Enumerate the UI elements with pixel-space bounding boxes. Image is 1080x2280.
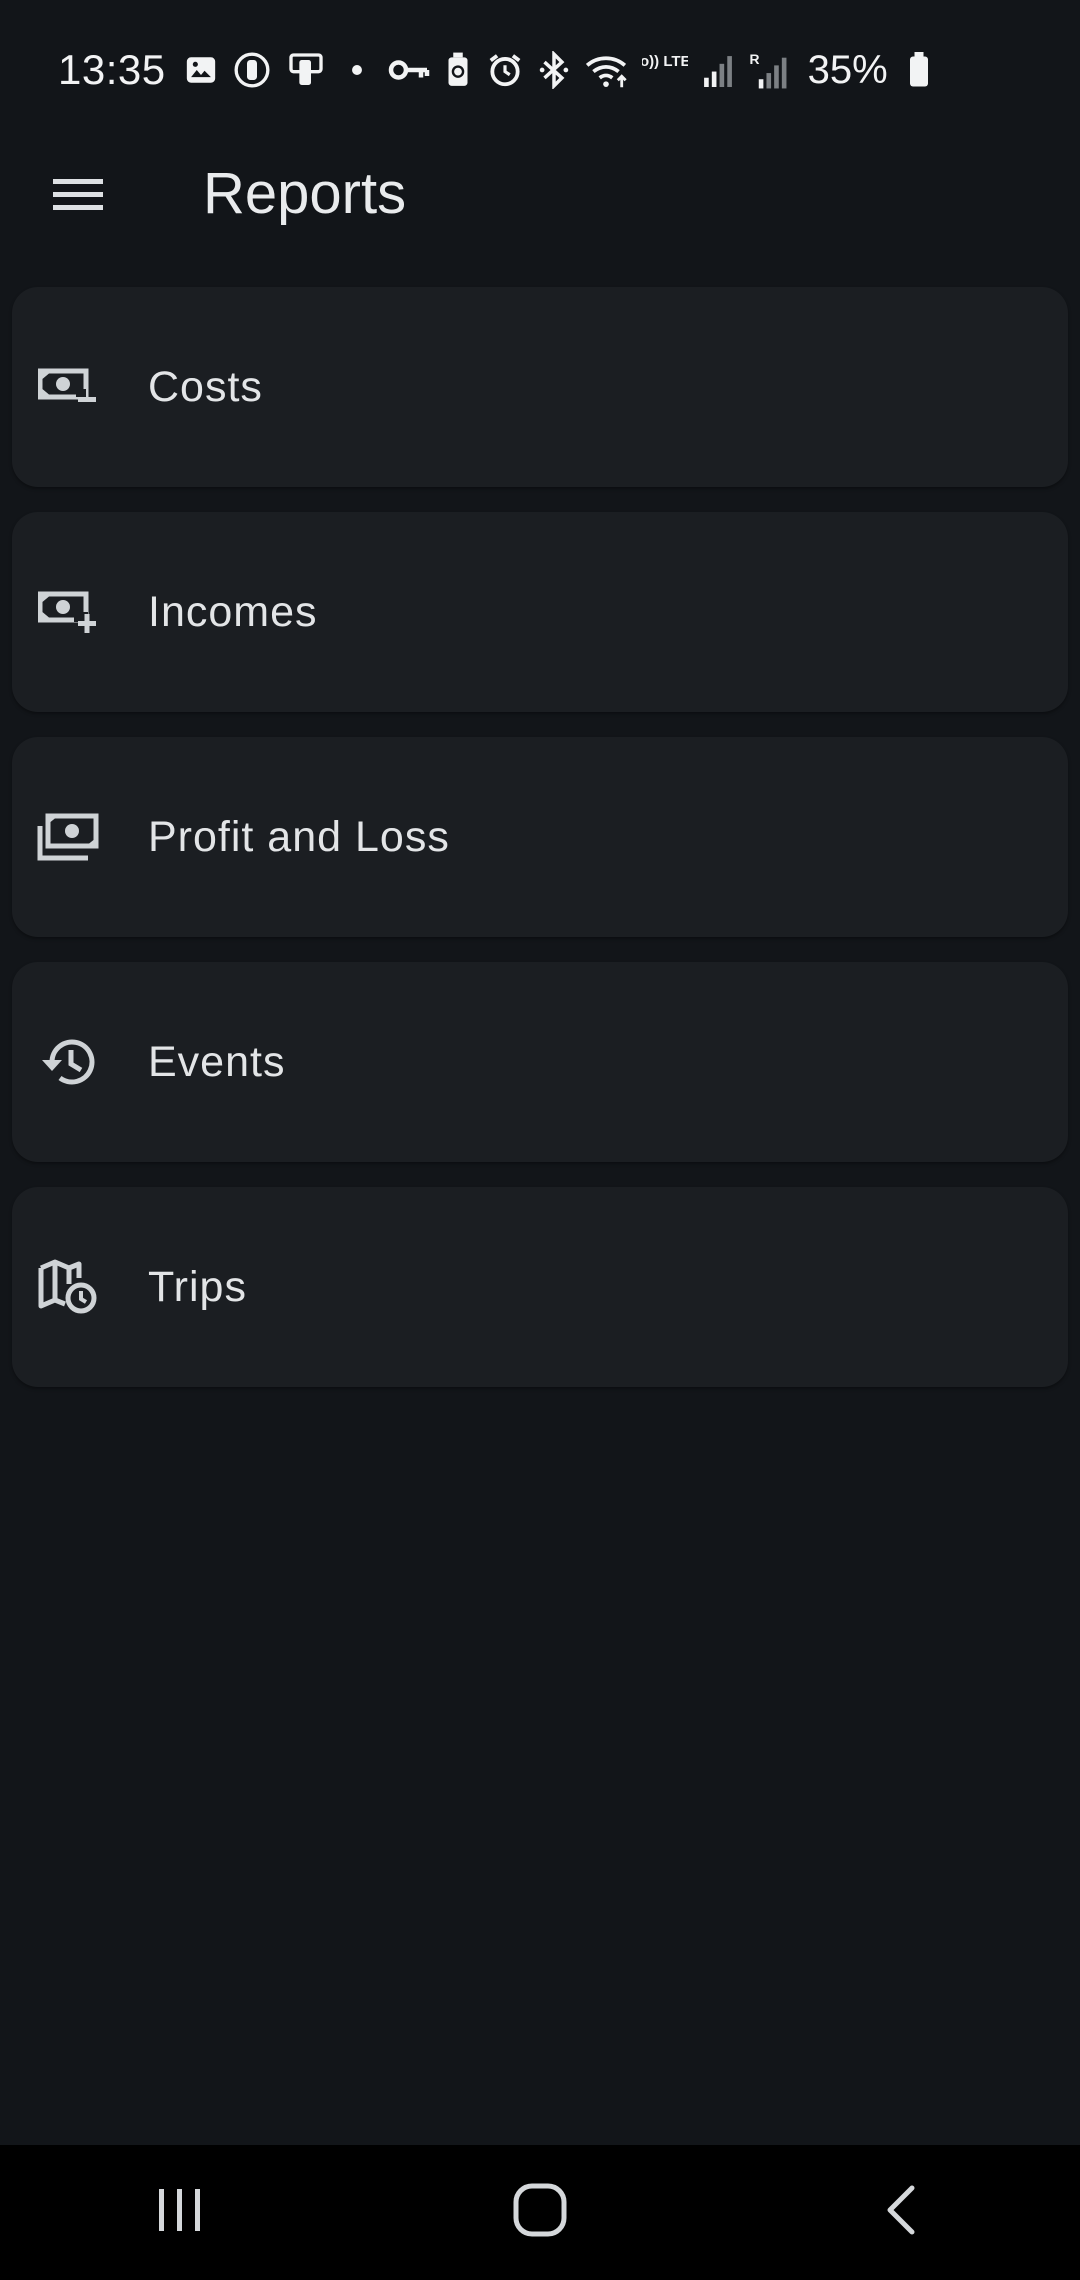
status-icons: Vo)) LTE1 R 35% [184, 48, 930, 93]
signal-icon [702, 53, 734, 87]
back-button[interactable] [830, 2158, 970, 2268]
status-bar: 13:35 Vo)) LTE1 [0, 0, 1080, 140]
cast-icon [286, 50, 326, 90]
report-item-profit-and-loss[interactable]: Profit and Loss [12, 737, 1068, 937]
report-item-trips[interactable]: Trips [12, 1187, 1068, 1387]
menu-button[interactable] [38, 162, 118, 232]
report-label: Profit and Loss [148, 812, 450, 861]
report-label: Events [148, 1037, 286, 1086]
dot-icon [340, 53, 374, 87]
hamburger-menu-icon [51, 175, 105, 220]
report-item-costs[interactable]: Costs [12, 287, 1068, 487]
page-title: Reports [203, 161, 407, 226]
history-icon [34, 1028, 102, 1096]
status-time: 13:35 [58, 46, 166, 93]
report-item-events[interactable]: Events [12, 962, 1068, 1162]
gallery-icon [184, 53, 218, 87]
bluetooth-icon [538, 51, 570, 89]
report-label: Trips [148, 1262, 247, 1311]
battery-percent: 35% [807, 47, 888, 92]
battery-saver-icon [444, 51, 472, 89]
report-label: Costs [148, 362, 263, 411]
report-item-incomes[interactable]: Incomes [12, 512, 1068, 712]
money-minus-icon [34, 353, 102, 421]
recents-icon [155, 2187, 205, 2238]
report-label: Incomes [148, 587, 318, 636]
back-icon [882, 2184, 918, 2241]
home-icon [513, 2183, 567, 2242]
vpn-key-icon [388, 53, 430, 87]
alarm-icon [486, 51, 524, 89]
svg-text:Vo)) LTE1: Vo)) LTE1 [642, 53, 688, 70]
nfc-icon [232, 50, 272, 90]
report-list: Costs Incomes Profit and Loss Events Tri… [12, 287, 1068, 1412]
battery-icon [908, 52, 930, 88]
svg-text:R: R [749, 51, 759, 67]
volte-icon: Vo)) LTE1 [642, 50, 688, 90]
signal-roaming-icon: R [748, 50, 788, 90]
map-clock-icon [34, 1253, 102, 1321]
app-bar: Reports [0, 140, 1080, 250]
wifi-icon [584, 51, 628, 89]
system-nav-bar [0, 2145, 1080, 2280]
recents-button[interactable] [110, 2158, 250, 2268]
money-plus-icon [34, 578, 102, 646]
payments-icon [34, 803, 102, 871]
home-button[interactable] [470, 2158, 610, 2268]
